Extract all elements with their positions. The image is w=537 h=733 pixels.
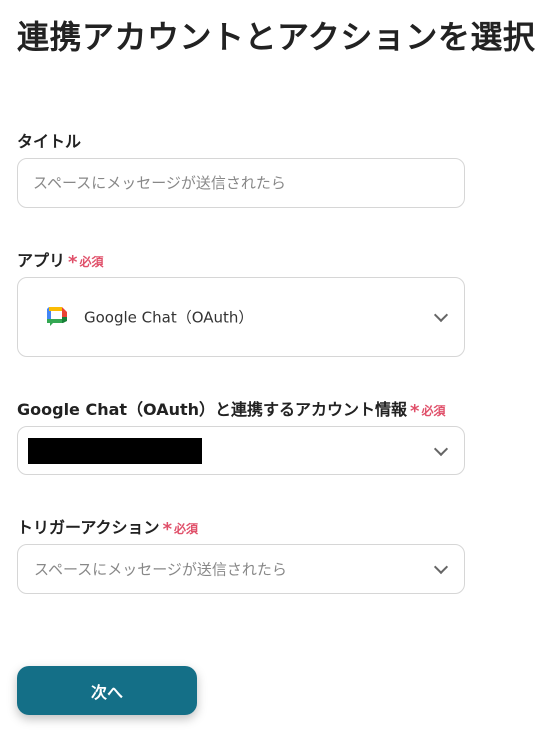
required-text: 必須 bbox=[79, 255, 104, 269]
chevron-down-icon bbox=[433, 559, 449, 575]
title-field-label: タイトル bbox=[17, 128, 81, 152]
chevron-down-icon bbox=[433, 307, 449, 323]
title-input[interactable] bbox=[18, 159, 464, 207]
chevron-down-icon bbox=[433, 441, 449, 456]
required-indicator: * 必須 bbox=[410, 399, 446, 422]
page-title: 連携アカウントとアクションを選択 bbox=[17, 18, 536, 56]
redacted-account-value bbox=[28, 437, 202, 464]
required-indicator: * 必須 bbox=[162, 517, 198, 540]
trigger-field-label: トリガーアクション * 必須 bbox=[17, 514, 198, 540]
app-select-value: Google Chat（OAuth） bbox=[84, 308, 254, 327]
required-star: * bbox=[410, 401, 420, 422]
trigger-action-select[interactable]: スペースにメッセージが送信されたら bbox=[17, 544, 465, 594]
app-select[interactable]: Google Chat（OAuth） bbox=[17, 277, 465, 357]
account-field-label: Google Chat（OAuth）と連携するアカウント情報 * 必須 bbox=[17, 396, 446, 422]
google-chat-icon bbox=[47, 307, 67, 326]
app-label-text: アプリ bbox=[17, 251, 66, 270]
required-star: * bbox=[68, 252, 78, 273]
trigger-action-value: スペースにメッセージが送信されたら bbox=[34, 560, 287, 579]
required-indicator: * 必須 bbox=[68, 250, 104, 273]
next-button[interactable]: 次へ bbox=[17, 666, 197, 715]
account-select[interactable] bbox=[17, 426, 465, 475]
required-star: * bbox=[162, 519, 172, 540]
trigger-label-text: トリガーアクション bbox=[17, 518, 160, 537]
title-input-container bbox=[17, 158, 465, 208]
app-field-label: アプリ * 必須 bbox=[17, 247, 104, 273]
required-text: 必須 bbox=[173, 522, 198, 536]
required-text: 必須 bbox=[421, 404, 446, 418]
account-label-text: Google Chat（OAuth）と連携するアカウント情報 bbox=[17, 400, 408, 419]
title-label-text: タイトル bbox=[17, 132, 82, 151]
